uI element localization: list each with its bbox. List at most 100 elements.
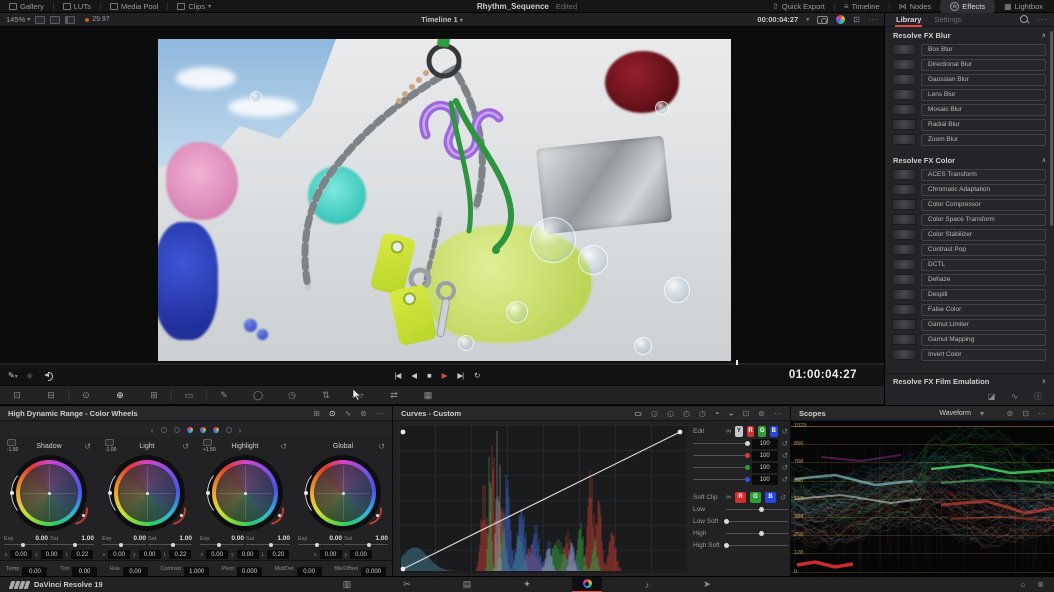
x-value[interactable]: 0.00 [206, 550, 228, 559]
channel-g-button[interactable]: G [758, 426, 766, 437]
effect-item[interactable]: Box Blur [885, 42, 1054, 57]
effect-item[interactable]: Color Space Transform [885, 212, 1054, 227]
y-value[interactable]: 0.00 [139, 550, 161, 559]
softclip-b-button[interactable]: B [765, 492, 776, 503]
x-value[interactable]: 0.00 [320, 550, 342, 559]
channel-gain-value[interactable]: 100 [752, 463, 778, 473]
settings-icon[interactable]: ⊛ [758, 409, 765, 418]
center-playhead-icon[interactable]: ⊙ [69, 390, 103, 401]
x-value[interactable]: 0.00 [10, 550, 32, 559]
param-value[interactable]: 0.00 [72, 567, 97, 577]
clip-icon[interactable]: ▭ [172, 390, 206, 401]
info-icon[interactable]: ⓘ [1034, 393, 1042, 401]
link-channels-icon[interactable]: ∞ [726, 428, 731, 435]
effect-item[interactable]: Despill [885, 287, 1054, 302]
reset-icon[interactable]: ↺ [182, 442, 189, 451]
video-frame[interactable] [158, 39, 731, 361]
wheel-handle[interactable] [376, 514, 379, 517]
link-channels-icon[interactable]: ∞ [726, 494, 731, 501]
wheel-handle[interactable] [278, 514, 281, 517]
picker-icon[interactable]: ✎ [207, 390, 241, 401]
gallery-button[interactable]: Gallery [0, 0, 53, 12]
annotate-tool-icon[interactable]: ✎▾ [8, 371, 18, 380]
param-value[interactable]: 0.00 [22, 567, 47, 577]
channel-gain-value[interactable]: 100 [752, 475, 778, 485]
single-clip-view-icon[interactable] [35, 16, 45, 24]
reset-icon[interactable]: ↺ [782, 439, 788, 448]
y-value[interactable]: 0.00 [237, 550, 259, 559]
wipe-icon[interactable]: ⊟ [34, 390, 68, 401]
tracker-icon[interactable]: ◷ [275, 390, 309, 401]
reset-icon[interactable]: ↺ [780, 493, 786, 502]
effect-item[interactable]: Gaussian Blur [885, 72, 1054, 87]
high-soft-slider[interactable]: High Soft [693, 540, 788, 551]
param-value[interactable]: 0.000 [237, 567, 262, 577]
param-value[interactable]: 0.000 [361, 567, 386, 577]
param-value[interactable]: 0.00 [297, 567, 322, 577]
sat-slider[interactable]: Sat1.00 [148, 535, 192, 545]
wheels-mode-icon[interactable]: ⊙ [329, 409, 336, 418]
zoom-level-select[interactable]: 145% [6, 15, 25, 24]
channel-gain-value[interactable]: 100 [752, 451, 778, 461]
fx-section-header[interactable]: Resolve FX Color∧ [885, 153, 1054, 167]
chevron-left-icon[interactable]: ‹ [151, 426, 154, 435]
stop-button[interactable]: ■ [427, 371, 431, 380]
tab-settings[interactable]: Settings [934, 15, 961, 24]
expand-icon[interactable]: ⊡ [743, 409, 750, 418]
wheel-handle[interactable] [180, 514, 183, 517]
effect-item[interactable]: DCTL [885, 257, 1054, 272]
zoom-tool-icon[interactable]: ⊕ [103, 390, 137, 401]
cut-page-button[interactable]: ✂ [392, 577, 422, 592]
exp-slider[interactable]: Exp0.00 [102, 535, 146, 545]
effect-item[interactable]: False Color [885, 302, 1054, 317]
effects-button[interactable]: fxEffects [941, 0, 994, 13]
luts-button[interactable]: LUTs [54, 0, 100, 12]
edit-page-button[interactable]: ▤ [452, 577, 482, 592]
sat-slider[interactable]: Sat1.00 [50, 535, 94, 545]
channel-gain-slider[interactable]: 100 ↺ [693, 474, 788, 485]
reset-icon[interactable]: ↺ [782, 451, 788, 460]
reset-icon[interactable]: ↺ [782, 463, 788, 472]
color-wheel-icon[interactable] [836, 15, 845, 24]
fx-section-header[interactable]: Resolve FX Film Emulation∧ [885, 374, 1054, 388]
more-icon[interactable]: ··· [1038, 409, 1046, 418]
reset-icon[interactable]: ↺ [782, 475, 788, 484]
curve-custom-icon[interactable]: ▭ [634, 409, 642, 418]
effect-item[interactable]: Directional Blur [885, 57, 1054, 72]
more-icon[interactable]: ··· [774, 409, 782, 418]
effect-item[interactable]: Gamut Limiter [885, 317, 1054, 332]
scope-settings-icon[interactable]: ⊚ [1007, 409, 1014, 418]
wheel-handle[interactable] [108, 491, 112, 495]
curve-hue-sat-icon[interactable]: ◵ [667, 409, 674, 418]
zone-range-control[interactable]: -1.60 [7, 439, 31, 453]
color-page-button[interactable] [572, 577, 602, 592]
effect-item[interactable]: Radial Blur [885, 117, 1054, 132]
color-wheel[interactable] [207, 455, 283, 531]
wheel-handle[interactable] [82, 514, 85, 517]
page-dot[interactable] [187, 427, 193, 433]
swap-icon[interactable]: ⇄ [377, 390, 411, 401]
timeline-select[interactable]: Timeline 1 ▾ [421, 15, 463, 24]
curve-hue-lum-icon[interactable]: ◴ [683, 409, 690, 418]
settings-icon[interactable]: ⊛ [360, 409, 367, 418]
effect-item[interactable]: Color Compressor [885, 197, 1054, 212]
lightbox-button[interactable]: ▦Lightbox [995, 0, 1052, 13]
scopes-icon[interactable]: ∿ [1011, 393, 1018, 401]
l-value[interactable]: 0.20 [267, 550, 289, 559]
more-icon[interactable]: ··· [376, 409, 384, 418]
media-pool-button[interactable]: Media Pool [101, 0, 168, 12]
color-wheel[interactable] [109, 455, 185, 531]
expand-icon[interactable]: ⊡ [853, 16, 860, 24]
play-reverse-button[interactable]: ◀ [411, 371, 416, 380]
y-value[interactable]: 0.00 [350, 550, 372, 559]
page-dot[interactable] [161, 427, 167, 433]
project-manager-icon[interactable]: ⌂ [1020, 581, 1025, 589]
gallery-still-icon[interactable]: ⊡ [0, 390, 34, 401]
low-soft-slider[interactable]: Low Soft [693, 516, 788, 527]
effect-item[interactable]: Zoom Blur [885, 132, 1054, 147]
effect-item[interactable]: ACES Transform [885, 167, 1054, 182]
chevron-right-icon[interactable]: › [239, 426, 242, 435]
param-value[interactable]: 1.000 [184, 567, 209, 577]
unmix-icon[interactable]: ⊞ [137, 390, 171, 401]
exp-slider[interactable]: Exp0.00 [200, 535, 244, 545]
